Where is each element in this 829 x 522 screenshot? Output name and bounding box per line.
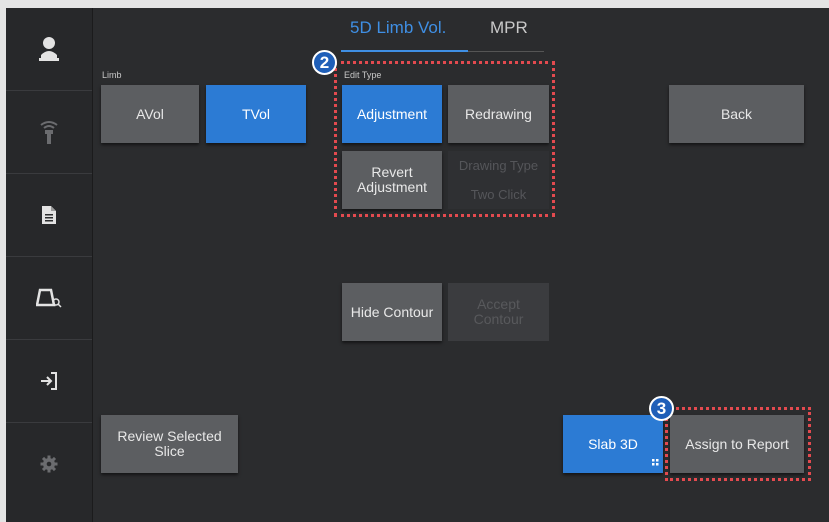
gear-icon — [40, 455, 58, 473]
slab-3d-label: Slab 3D — [588, 435, 638, 452]
user-icon — [38, 36, 60, 62]
back-button[interactable]: Back — [669, 85, 804, 143]
image-search-icon — [36, 288, 62, 308]
tab-divider — [468, 51, 544, 52]
edit-type-label: Edit Type — [344, 70, 382, 80]
exit-icon — [40, 372, 58, 390]
revert-adjustment-button[interactable]: Revert Adjustment — [342, 151, 442, 209]
sidebar-item-report[interactable] — [6, 174, 92, 257]
document-icon — [41, 205, 57, 225]
sidebar-item-exit[interactable] — [6, 340, 92, 423]
sidebar — [6, 8, 93, 522]
grid-dots-icon — [652, 454, 659, 469]
callout-badge-3: 3 — [649, 396, 674, 421]
adjustment-button[interactable]: Adjustment — [342, 85, 442, 143]
limb-label: Limb — [102, 70, 122, 80]
device-frame: 5D Limb Vol. MPR Limb AVol TVol Edit Typ… — [0, 0, 829, 522]
tab-active-underline — [341, 50, 468, 52]
two-click-button: Two Click — [448, 180, 549, 209]
callout-badge-2: 2 — [312, 50, 337, 75]
review-selected-slice-button[interactable]: Review Selected Slice — [101, 415, 238, 473]
sidebar-item-settings[interactable] — [6, 423, 92, 505]
redrawing-button[interactable]: Redrawing — [448, 85, 549, 143]
sidebar-item-patient[interactable] — [6, 8, 92, 91]
tvol-button[interactable]: TVol — [206, 85, 306, 143]
slab-3d-button[interactable]: Slab 3D — [563, 415, 663, 473]
ultrasound-screen: 5D Limb Vol. MPR Limb AVol TVol Edit Typ… — [6, 8, 829, 522]
hide-contour-button[interactable]: Hide Contour — [342, 283, 442, 341]
accept-contour-button: Accept Contour — [448, 283, 549, 341]
tab-mpr[interactable]: MPR — [490, 18, 528, 38]
avol-button[interactable]: AVol — [101, 85, 199, 143]
probe-icon — [39, 119, 59, 145]
assign-to-report-button[interactable]: Assign to Report — [670, 415, 804, 473]
tab-5d-limb-vol[interactable]: 5D Limb Vol. — [350, 18, 446, 38]
sidebar-item-review[interactable] — [6, 257, 92, 340]
drawing-type-button: Drawing Type — [448, 151, 549, 180]
sidebar-item-probe[interactable] — [6, 91, 92, 174]
